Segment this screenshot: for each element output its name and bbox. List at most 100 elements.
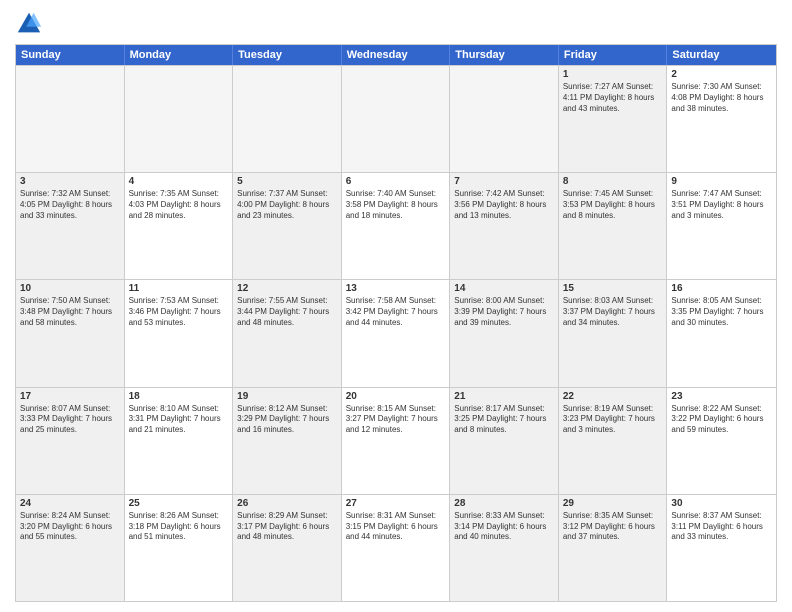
day-number: 27 (346, 498, 446, 509)
day-number: 21 (454, 391, 554, 402)
cell-info: Sunrise: 7:53 AM Sunset: 3:46 PM Dayligh… (129, 296, 229, 328)
cal-cell: 18 Sunrise: 8:10 AM Sunset: 3:31 PM Dayli… (125, 388, 234, 494)
cell-info: Sunrise: 8:37 AM Sunset: 3:11 PM Dayligh… (671, 511, 772, 543)
day-number: 20 (346, 391, 446, 402)
day-number: 13 (346, 283, 446, 294)
cell-info: Sunrise: 8:03 AM Sunset: 3:37 PM Dayligh… (563, 296, 663, 328)
cell-info: Sunrise: 8:00 AM Sunset: 3:39 PM Dayligh… (454, 296, 554, 328)
logo-icon (15, 10, 43, 38)
cal-cell (125, 66, 234, 172)
cell-info: Sunrise: 8:12 AM Sunset: 3:29 PM Dayligh… (237, 404, 337, 436)
day-number: 6 (346, 176, 446, 187)
day-number: 2 (671, 69, 772, 80)
week-row-2: 3Sunrise: 7:32 AM Sunset: 4:05 PM Daylig… (16, 172, 776, 279)
cal-cell: 14Sunrise: 8:00 AM Sunset: 3:39 PM Dayli… (450, 280, 559, 386)
cell-info: Sunrise: 7:42 AM Sunset: 3:56 PM Dayligh… (454, 189, 554, 221)
cal-cell: 7 Sunrise: 7:42 AM Sunset: 3:56 PM Daylig… (450, 173, 559, 279)
cal-cell (450, 66, 559, 172)
cell-info: Sunrise: 8:24 AM Sunset: 3:20 PM Dayligh… (20, 511, 120, 543)
col-header-wednesday: Wednesday (342, 45, 451, 65)
day-number: 22 (563, 391, 663, 402)
calendar-body: 1 Sunrise: 7:27 AM Sunset: 4:11 PM Daylig… (16, 65, 776, 601)
cal-cell: 13 Sunrise: 7:58 AM Sunset: 3:42 PM Dayli… (342, 280, 451, 386)
cal-cell: 4 Sunrise: 7:35 AM Sunset: 4:03 PM Daylig… (125, 173, 234, 279)
cal-cell: 15Sunrise: 8:03 AM Sunset: 3:37 PM Dayli… (559, 280, 668, 386)
calendar: SundayMondayTuesdayWednesdayThursdayFrid… (15, 44, 777, 602)
cal-cell (233, 66, 342, 172)
col-header-friday: Friday (559, 45, 668, 65)
day-number: 16 (671, 283, 772, 294)
calendar-header: SundayMondayTuesdayWednesdayThursdayFrid… (16, 45, 776, 65)
cal-cell: 23Sunrise: 8:22 AM Sunset: 3:22 PM Dayli… (667, 388, 776, 494)
cell-info: Sunrise: 8:35 AM Sunset: 3:12 PM Dayligh… (563, 511, 663, 543)
col-header-tuesday: Tuesday (233, 45, 342, 65)
cell-info: Sunrise: 8:17 AM Sunset: 3:25 PM Dayligh… (454, 404, 554, 436)
cell-info: Sunrise: 7:40 AM Sunset: 3:58 PM Dayligh… (346, 189, 446, 221)
cell-info: Sunrise: 7:47 AM Sunset: 3:51 PM Dayligh… (671, 189, 772, 221)
day-number: 30 (671, 498, 772, 509)
cal-cell: 3Sunrise: 7:32 AM Sunset: 4:05 PM Daylig… (16, 173, 125, 279)
cal-cell: 21 Sunrise: 8:17 AM Sunset: 3:25 PM Dayli… (450, 388, 559, 494)
cal-cell: 28 Sunrise: 8:33 AM Sunset: 3:14 PM Dayli… (450, 495, 559, 601)
cal-cell: 17Sunrise: 8:07 AM Sunset: 3:33 PM Dayli… (16, 388, 125, 494)
cal-cell: 26Sunrise: 8:29 AM Sunset: 3:17 PM Dayli… (233, 495, 342, 601)
day-number: 9 (671, 176, 772, 187)
cal-cell: 11 Sunrise: 7:53 AM Sunset: 3:46 PM Dayli… (125, 280, 234, 386)
day-number: 7 (454, 176, 554, 187)
cell-info: Sunrise: 8:33 AM Sunset: 3:14 PM Dayligh… (454, 511, 554, 543)
cal-cell: 6 Sunrise: 7:40 AM Sunset: 3:58 PM Daylig… (342, 173, 451, 279)
cell-info: Sunrise: 7:58 AM Sunset: 3:42 PM Dayligh… (346, 296, 446, 328)
cell-info: Sunrise: 7:32 AM Sunset: 4:05 PM Dayligh… (20, 189, 120, 221)
week-row-4: 17Sunrise: 8:07 AM Sunset: 3:33 PM Dayli… (16, 387, 776, 494)
cal-cell (342, 66, 451, 172)
cal-cell: 9 Sunrise: 7:47 AM Sunset: 3:51 PM Daylig… (667, 173, 776, 279)
cal-cell: 25Sunrise: 8:26 AM Sunset: 3:18 PM Dayli… (125, 495, 234, 601)
day-number: 28 (454, 498, 554, 509)
day-number: 17 (20, 391, 120, 402)
cell-info: Sunrise: 8:19 AM Sunset: 3:23 PM Dayligh… (563, 404, 663, 436)
week-row-3: 10 Sunrise: 7:50 AM Sunset: 3:48 PM Dayli… (16, 279, 776, 386)
day-number: 1 (563, 69, 663, 80)
day-number: 24 (20, 498, 120, 509)
week-row-5: 24 Sunrise: 8:24 AM Sunset: 3:20 PM Dayli… (16, 494, 776, 601)
cell-info: Sunrise: 7:35 AM Sunset: 4:03 PM Dayligh… (129, 189, 229, 221)
day-number: 5 (237, 176, 337, 187)
cal-cell: 16Sunrise: 8:05 AM Sunset: 3:35 PM Dayli… (667, 280, 776, 386)
page: SundayMondayTuesdayWednesdayThursdayFrid… (0, 0, 792, 612)
day-number: 4 (129, 176, 229, 187)
cal-cell: 24 Sunrise: 8:24 AM Sunset: 3:20 PM Dayli… (16, 495, 125, 601)
day-number: 26 (237, 498, 337, 509)
day-number: 25 (129, 498, 229, 509)
cal-cell: 1 Sunrise: 7:27 AM Sunset: 4:11 PM Daylig… (559, 66, 668, 172)
col-header-sunday: Sunday (16, 45, 125, 65)
cell-info: Sunrise: 8:15 AM Sunset: 3:27 PM Dayligh… (346, 404, 446, 436)
day-number: 23 (671, 391, 772, 402)
cell-info: Sunrise: 7:30 AM Sunset: 4:08 PM Dayligh… (671, 82, 772, 114)
day-number: 12 (237, 283, 337, 294)
cell-info: Sunrise: 7:55 AM Sunset: 3:44 PM Dayligh… (237, 296, 337, 328)
day-number: 11 (129, 283, 229, 294)
cal-cell: 20 Sunrise: 8:15 AM Sunset: 3:27 PM Dayli… (342, 388, 451, 494)
cell-info: Sunrise: 7:37 AM Sunset: 4:00 PM Dayligh… (237, 189, 337, 221)
cal-cell: 12 Sunrise: 7:55 AM Sunset: 3:44 PM Dayli… (233, 280, 342, 386)
cell-info: Sunrise: 7:45 AM Sunset: 3:53 PM Dayligh… (563, 189, 663, 221)
cal-cell: 22 Sunrise: 8:19 AM Sunset: 3:23 PM Dayli… (559, 388, 668, 494)
col-header-monday: Monday (125, 45, 234, 65)
cal-cell: 8 Sunrise: 7:45 AM Sunset: 3:53 PM Daylig… (559, 173, 668, 279)
col-header-thursday: Thursday (450, 45, 559, 65)
cal-cell: 10 Sunrise: 7:50 AM Sunset: 3:48 PM Dayli… (16, 280, 125, 386)
logo (15, 10, 47, 38)
day-number: 29 (563, 498, 663, 509)
cell-info: Sunrise: 8:10 AM Sunset: 3:31 PM Dayligh… (129, 404, 229, 436)
day-number: 19 (237, 391, 337, 402)
cal-cell: 5 Sunrise: 7:37 AM Sunset: 4:00 PM Daylig… (233, 173, 342, 279)
cell-info: Sunrise: 7:50 AM Sunset: 3:48 PM Dayligh… (20, 296, 120, 328)
cal-cell (16, 66, 125, 172)
cal-cell: 2 Sunrise: 7:30 AM Sunset: 4:08 PM Daylig… (667, 66, 776, 172)
day-number: 8 (563, 176, 663, 187)
cal-cell: 29 Sunrise: 8:35 AM Sunset: 3:12 PM Dayli… (559, 495, 668, 601)
day-number: 10 (20, 283, 120, 294)
day-number: 18 (129, 391, 229, 402)
week-row-1: 1 Sunrise: 7:27 AM Sunset: 4:11 PM Daylig… (16, 65, 776, 172)
cell-info: Sunrise: 7:27 AM Sunset: 4:11 PM Dayligh… (563, 82, 663, 114)
